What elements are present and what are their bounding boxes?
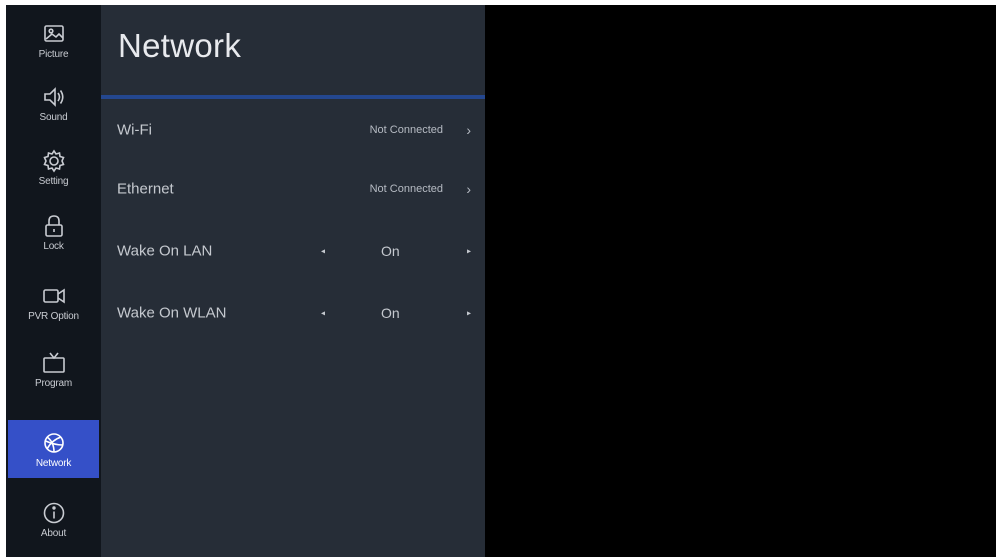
ethernet-label: Ethernet xyxy=(117,180,174,198)
globe-icon xyxy=(41,430,67,456)
chevron-right-icon: › xyxy=(466,122,471,138)
right-arrow-icon[interactable]: ▸ xyxy=(467,247,471,256)
sidebar-item-label: PVR Option xyxy=(28,310,79,322)
chevron-right-icon: › xyxy=(466,181,471,197)
sidebar-item-label: Lock xyxy=(43,240,64,252)
ethernet-status: Not Connected xyxy=(369,183,443,195)
sidebar: Picture Sound Setting Lock PVR Option Pr… xyxy=(6,5,101,557)
sidebar-item-sound[interactable]: Sound xyxy=(8,74,99,132)
left-arrow-icon[interactable]: ◂ xyxy=(321,247,325,256)
lock-icon xyxy=(41,213,67,239)
wake-on-lan-value: On xyxy=(381,243,400,259)
picture-icon xyxy=(41,21,67,47)
left-arrow-icon[interactable]: ◂ xyxy=(321,309,325,318)
wake-on-lan-label: Wake On LAN xyxy=(117,242,213,260)
sidebar-item-network[interactable]: Network xyxy=(8,420,99,478)
sidebar-item-lock[interactable]: Lock xyxy=(8,203,99,261)
ethernet-row[interactable]: Ethernet Not Connected › xyxy=(101,160,485,218)
right-arrow-icon[interactable]: ▸ xyxy=(467,309,471,318)
page-title: Network xyxy=(118,27,242,64)
tv-icon xyxy=(41,350,67,376)
wake-on-wlan-row[interactable]: Wake On WLAN ◂ On ▸ xyxy=(101,284,485,342)
video-camera-icon xyxy=(41,283,67,309)
sidebar-item-program[interactable]: Program xyxy=(8,340,99,398)
sidebar-item-label: Picture xyxy=(38,48,69,60)
sidebar-item-label: Network xyxy=(35,457,72,469)
wifi-label: Wi-Fi xyxy=(117,121,152,139)
sidebar-item-picture[interactable]: Picture xyxy=(8,11,99,69)
info-icon xyxy=(41,500,67,526)
sidebar-item-setting[interactable]: Setting xyxy=(8,138,99,196)
sidebar-item-label: Sound xyxy=(39,111,68,123)
network-panel: Network Wi-Fi Not Connected › Ethernet N… xyxy=(101,5,485,557)
sidebar-item-label: Program xyxy=(35,377,72,389)
sidebar-item-pvr-option[interactable]: PVR Option xyxy=(8,273,99,331)
wake-on-lan-row[interactable]: Wake On LAN ◂ On ▸ xyxy=(101,222,485,280)
sidebar-item-about[interactable]: About xyxy=(8,490,99,548)
wifi-status: Not Connected xyxy=(369,124,443,136)
sidebar-item-label: About xyxy=(40,527,67,539)
wake-on-wlan-label: Wake On WLAN xyxy=(117,304,227,322)
wake-on-wlan-value: On xyxy=(381,305,400,321)
sidebar-item-label: Setting xyxy=(38,175,69,187)
gear-icon xyxy=(41,148,67,174)
title-divider xyxy=(101,95,485,99)
speaker-icon xyxy=(41,84,67,110)
wifi-row[interactable]: Wi-Fi Not Connected › xyxy=(101,101,485,159)
tv-screen: Picture Sound Setting Lock PVR Option Pr… xyxy=(6,5,996,557)
